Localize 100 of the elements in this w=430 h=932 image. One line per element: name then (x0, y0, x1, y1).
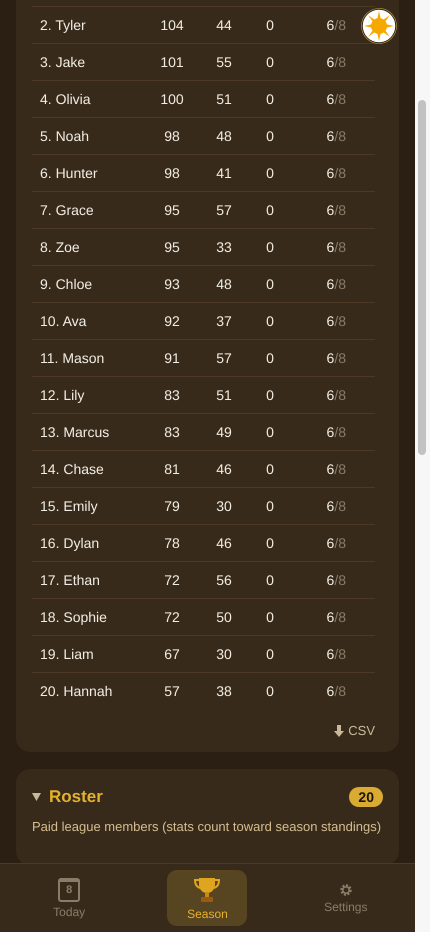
nav-tab[interactable]: Season (167, 870, 248, 926)
stat-value: 0 (265, 128, 275, 144)
player-name: 14. Chase (39, 461, 105, 477)
player-name: 13. Marcus (39, 424, 110, 440)
stat-value: 79 (163, 498, 181, 514)
stat-value: 0 (265, 350, 275, 366)
stat-value: 95 (163, 202, 181, 218)
stat-value: 57 (215, 350, 233, 366)
player-name: 12. Lily (39, 387, 86, 403)
stat-value: 46 (215, 461, 233, 477)
stat-value: 0 (265, 54, 275, 70)
player-name: 19. Liam (39, 646, 95, 662)
player-name: 7. Grace (39, 202, 95, 218)
games-played: 6/8 (326, 239, 346, 255)
stat-value: 0 (265, 609, 275, 625)
player-name: 17. Ethan (39, 572, 101, 588)
stat-value: 41 (215, 165, 233, 181)
games-played: 6/8 (326, 165, 346, 181)
stat-value: 57 (215, 202, 233, 218)
games-played: 6/8 (326, 572, 346, 588)
player-name: 10. Ava (39, 313, 88, 329)
stat-value: 0 (265, 91, 275, 107)
player-name: 6. Hunter (39, 165, 99, 181)
stat-value: 98 (163, 165, 181, 181)
player-name: 15. Emily (39, 498, 99, 514)
csv-export-button[interactable]: CSV (334, 719, 375, 742)
trophy-icon (194, 876, 220, 904)
stat-value: 37 (215, 313, 233, 329)
scrollbar[interactable] (415, 0, 430, 932)
games-played: 6/8 (326, 646, 346, 662)
stat-value: 56 (215, 572, 233, 588)
stat-value: 0 (265, 276, 275, 292)
stat-value: 0 (265, 535, 275, 551)
player-name: 5. Noah (39, 128, 90, 144)
games-played: 6/8 (326, 535, 346, 551)
stat-value: 0 (265, 313, 275, 329)
player-name: 11. Mason (39, 350, 106, 366)
stat-value: 81 (163, 461, 181, 477)
stat-value: 51 (215, 91, 233, 107)
stat-value: 92 (163, 313, 181, 329)
player-name: 8. Zoe (39, 239, 81, 255)
stat-value: 48 (215, 276, 233, 292)
stat-value: 83 (163, 424, 181, 440)
stat-value: 100 (159, 91, 185, 107)
stat-value: 83 (163, 387, 181, 403)
settings-icon (338, 882, 353, 896)
stat-value: 72 (163, 609, 181, 625)
stat-value: 72 (163, 572, 181, 588)
games-played: 6/8 (326, 350, 346, 366)
player-name: 9. Chloe (39, 276, 94, 292)
stat-value: 50 (215, 609, 233, 625)
stat-value: 44 (215, 17, 233, 33)
games-played: 6/8 (326, 683, 346, 699)
stat-value: 91 (163, 350, 181, 366)
triangle-icon (32, 793, 41, 801)
games-played: 6/8 (326, 313, 346, 329)
stat-value: 101 (159, 54, 185, 70)
stat-value: 0 (265, 387, 275, 403)
section-title: Roster (49, 787, 103, 807)
player-name: 18. Sophie (39, 609, 108, 625)
stat-value: 0 (265, 683, 275, 699)
stat-value: 30 (215, 646, 233, 662)
stat-value: 67 (163, 646, 181, 662)
player-name: 3. Jake (39, 54, 86, 70)
stat-value: 51 (215, 387, 233, 403)
stat-value: 0 (265, 165, 275, 181)
games-played: 6/8 (326, 424, 346, 440)
stat-value: 48 (215, 128, 233, 144)
nav-tab[interactable]: Settings (306, 870, 386, 926)
count-badge: 20 (349, 787, 383, 807)
games-played: 6/8 (326, 609, 346, 625)
stat-value: 55 (215, 54, 233, 70)
games-played: 6/8 (326, 17, 346, 33)
player-name: 4. Olivia (39, 91, 92, 107)
games-played: 6/8 (326, 276, 346, 292)
calendar-icon: 8 (58, 878, 80, 902)
games-played: 6/8 (326, 461, 346, 477)
stat-value: 0 (265, 646, 275, 662)
games-played: 6/8 (326, 128, 346, 144)
stat-value: 30 (215, 498, 233, 514)
stat-value: 46 (215, 535, 233, 551)
stat-value: 0 (265, 202, 275, 218)
games-played: 6/8 (326, 498, 346, 514)
stat-value: 57 (163, 683, 181, 699)
stat-value: 0 (265, 424, 275, 440)
stat-value: 0 (265, 461, 275, 477)
player-name: 2. Tyler (39, 17, 87, 33)
games-played: 6/8 (326, 202, 346, 218)
collapse-toggle[interactable] (32, 793, 41, 801)
stat-value: 95 (163, 239, 181, 255)
section-description: Paid league members (stats count toward season standings) (32, 819, 382, 835)
stat-value: 0 (265, 572, 275, 588)
stat-value: 49 (215, 424, 233, 440)
stat-value: 0 (265, 17, 275, 33)
nav-tab[interactable]: 8 Today (29, 870, 110, 926)
stat-value: 38 (215, 683, 233, 699)
player-name: 20. Hannah (39, 683, 114, 699)
stat-value: 0 (265, 498, 275, 514)
stat-value: 33 (215, 239, 233, 255)
stat-value: 78 (163, 535, 181, 551)
